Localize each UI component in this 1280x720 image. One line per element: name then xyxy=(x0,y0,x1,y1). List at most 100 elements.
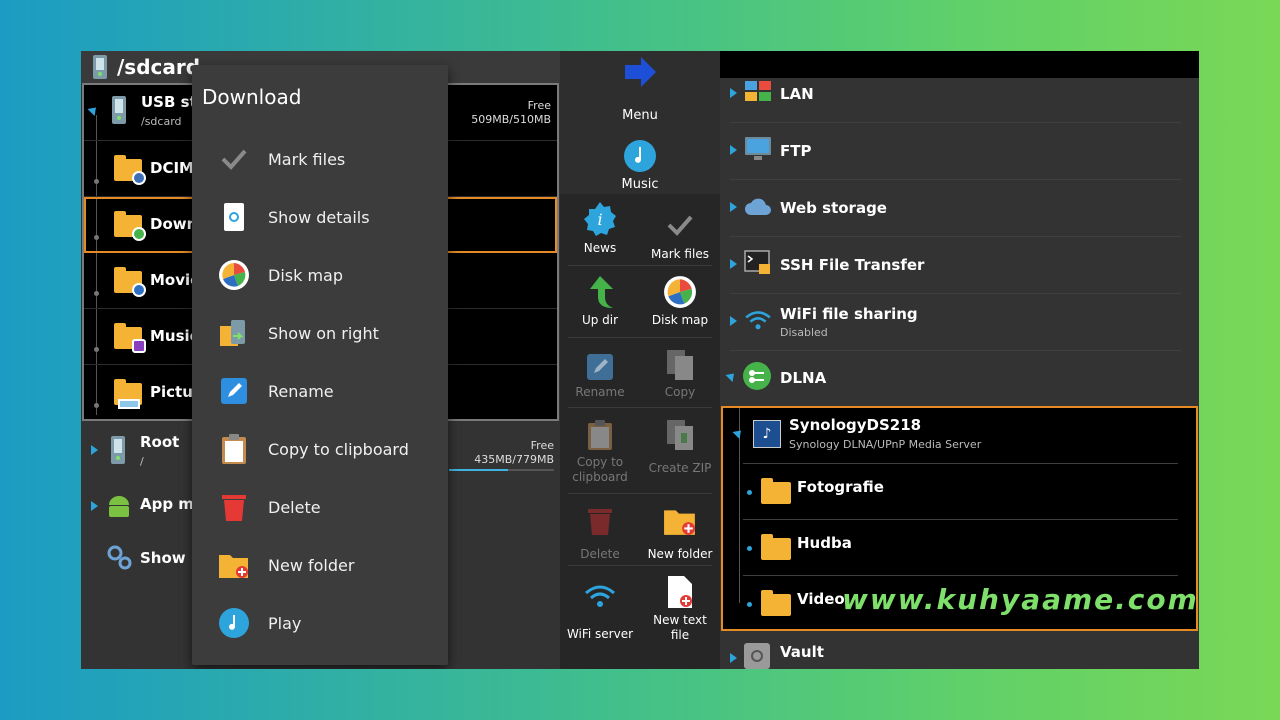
network-item-label: FTP xyxy=(780,142,812,160)
clipboard-icon xyxy=(560,417,640,451)
network-item-label: WiFi file sharing xyxy=(780,305,918,323)
wifi-icon xyxy=(560,575,640,609)
tool-wifi-server[interactable]: WiFi server xyxy=(560,571,640,643)
folder-download-icon xyxy=(114,211,146,241)
network-item-web-storage[interactable]: Web storage xyxy=(720,180,1199,237)
watermark: www.kuhyaame.com xyxy=(842,583,1199,616)
lan-icon xyxy=(744,78,772,106)
trash-icon xyxy=(560,503,640,537)
menu-item-mark-files[interactable]: Mark files xyxy=(192,130,448,188)
network-item-lan[interactable]: LAN xyxy=(720,66,1199,123)
dlna-icon xyxy=(742,361,772,391)
tree-item-path: / xyxy=(140,455,144,468)
app-window: /sdcard USB sto /sdcard Free 509MB/510MB… xyxy=(81,51,1199,669)
tool-disk-map[interactable]: Disk map xyxy=(640,271,720,343)
free-space: Free 509MB/510MB xyxy=(471,99,551,127)
svg-text:i: i xyxy=(597,210,602,229)
menu-item-disk-map[interactable]: Disk map xyxy=(192,246,448,304)
folder-camera-icon xyxy=(114,155,146,185)
left-pane: /sdcard USB sto /sdcard Free 509MB/510MB… xyxy=(81,51,560,669)
tool-create-zip[interactable]: Create ZIP xyxy=(640,413,720,485)
network-item-label: SSH File Transfer xyxy=(780,256,925,274)
tree-item-label: Root xyxy=(140,433,180,451)
tool-copy[interactable]: Copy xyxy=(640,343,720,415)
menu-button[interactable]: Menu xyxy=(560,108,720,123)
vault-icon xyxy=(744,643,770,669)
tool-new-folder[interactable]: New folder xyxy=(640,499,720,571)
menu-item-label: Delete xyxy=(268,497,321,517)
dlna-folder-fotografie[interactable]: Fotografie xyxy=(723,464,1196,520)
network-item-label: DLNA xyxy=(780,369,827,387)
cloud-icon xyxy=(744,192,772,220)
network-item-vault[interactable]: Vault xyxy=(720,633,1199,669)
tool-label: New text file xyxy=(653,613,707,642)
trash-icon xyxy=(218,491,250,523)
tool-label: Mark files xyxy=(651,247,709,261)
tool-label: Up dir xyxy=(581,313,619,327)
tool-label: Create ZIP xyxy=(648,461,712,475)
tool-label: Rename xyxy=(575,385,625,399)
network-item-dlna[interactable]: DLNA xyxy=(720,351,1199,408)
new-folder-icon xyxy=(640,503,720,537)
tool-label: Copy xyxy=(664,385,696,399)
dlna-server-synologyds218[interactable]: ♪ SynologyDS218 Synology DLNA/UPnP Media… xyxy=(723,408,1196,464)
menu-item-label: New folder xyxy=(268,555,355,575)
folder-icon xyxy=(761,478,791,504)
rename-icon xyxy=(218,375,250,407)
dlna-server-description: Synology DLNA/UPnP Media Server xyxy=(789,438,982,451)
tool-new-text-file[interactable]: New text file xyxy=(640,571,720,655)
music-icon[interactable] xyxy=(623,139,657,173)
terminal-lock-icon xyxy=(744,249,772,277)
menu-item-new-folder[interactable]: New folder xyxy=(192,536,448,594)
menu-item-rename[interactable]: Rename xyxy=(192,362,448,420)
up-arrow-icon xyxy=(560,275,640,309)
tool-mark-files[interactable]: Mark files xyxy=(640,199,720,271)
network-item-ssh-file-transfer[interactable]: SSH File Transfer xyxy=(720,237,1199,294)
tool-delete[interactable]: Delete xyxy=(560,499,640,571)
arrow-right-icon[interactable] xyxy=(623,56,657,88)
play-music-icon xyxy=(218,607,250,639)
network-item-wifi-file-sharing[interactable]: WiFi file sharing Disabled xyxy=(720,294,1199,351)
expanded-arrow-icon[interactable] xyxy=(87,103,100,117)
tool-label: WiFi server xyxy=(566,627,634,641)
sd-card-icon xyxy=(112,96,126,124)
info-badge-icon: i xyxy=(560,202,640,237)
tool-label: Delete xyxy=(580,547,620,561)
menu-item-label: Play xyxy=(268,613,302,633)
clipboard-icon xyxy=(218,433,250,465)
tool-up-dir[interactable]: Up dir xyxy=(560,271,640,343)
wifi-icon xyxy=(744,306,772,334)
gears-icon xyxy=(107,545,132,570)
free-value: 509MB/510MB xyxy=(471,113,551,126)
tool-news[interactable]: i News xyxy=(560,199,640,271)
dlna-server-name: SynologyDS218 xyxy=(789,416,922,434)
folder-pictures-icon xyxy=(114,379,142,409)
network-item-ftp[interactable]: FTP xyxy=(720,123,1199,180)
tool-rename[interactable]: Rename xyxy=(560,343,640,415)
menu-item-play[interactable]: Play xyxy=(192,594,448,652)
context-menu-title: Download xyxy=(202,85,302,109)
tool-copy-to-clipboard[interactable]: Copy to clipboard xyxy=(560,413,640,497)
dlna-folder-label: Video xyxy=(797,590,845,608)
folder-music-icon xyxy=(114,323,146,353)
menu-item-copy-to-clipboard[interactable]: Copy to clipboard xyxy=(192,420,448,478)
show-on-right-icon xyxy=(218,317,250,349)
new-text-file-icon xyxy=(640,575,720,609)
nas-server-icon: ♪ xyxy=(753,420,781,448)
dlna-folder-hudba[interactable]: Hudba xyxy=(723,520,1196,576)
right-pane: LAN FTP Web storage SSH File Transfer Wi… xyxy=(720,51,1199,669)
current-path: /sdcard xyxy=(117,55,201,79)
details-icon xyxy=(218,201,250,233)
disk-map-icon xyxy=(218,259,250,291)
network-item-label: Web storage xyxy=(780,199,887,217)
free-label: Free xyxy=(530,439,554,452)
music-label: Music xyxy=(621,177,659,192)
network-item-label: Vault xyxy=(780,643,824,661)
disk-map-icon xyxy=(640,275,720,309)
tree-item-label: Show xyxy=(140,549,186,567)
toolbar-header: Menu Music xyxy=(560,51,720,194)
network-item-label: LAN xyxy=(780,85,814,103)
menu-item-delete[interactable]: Delete xyxy=(192,478,448,536)
menu-item-show-on-right[interactable]: Show on right xyxy=(192,304,448,362)
menu-item-show-details[interactable]: Show details xyxy=(192,188,448,246)
